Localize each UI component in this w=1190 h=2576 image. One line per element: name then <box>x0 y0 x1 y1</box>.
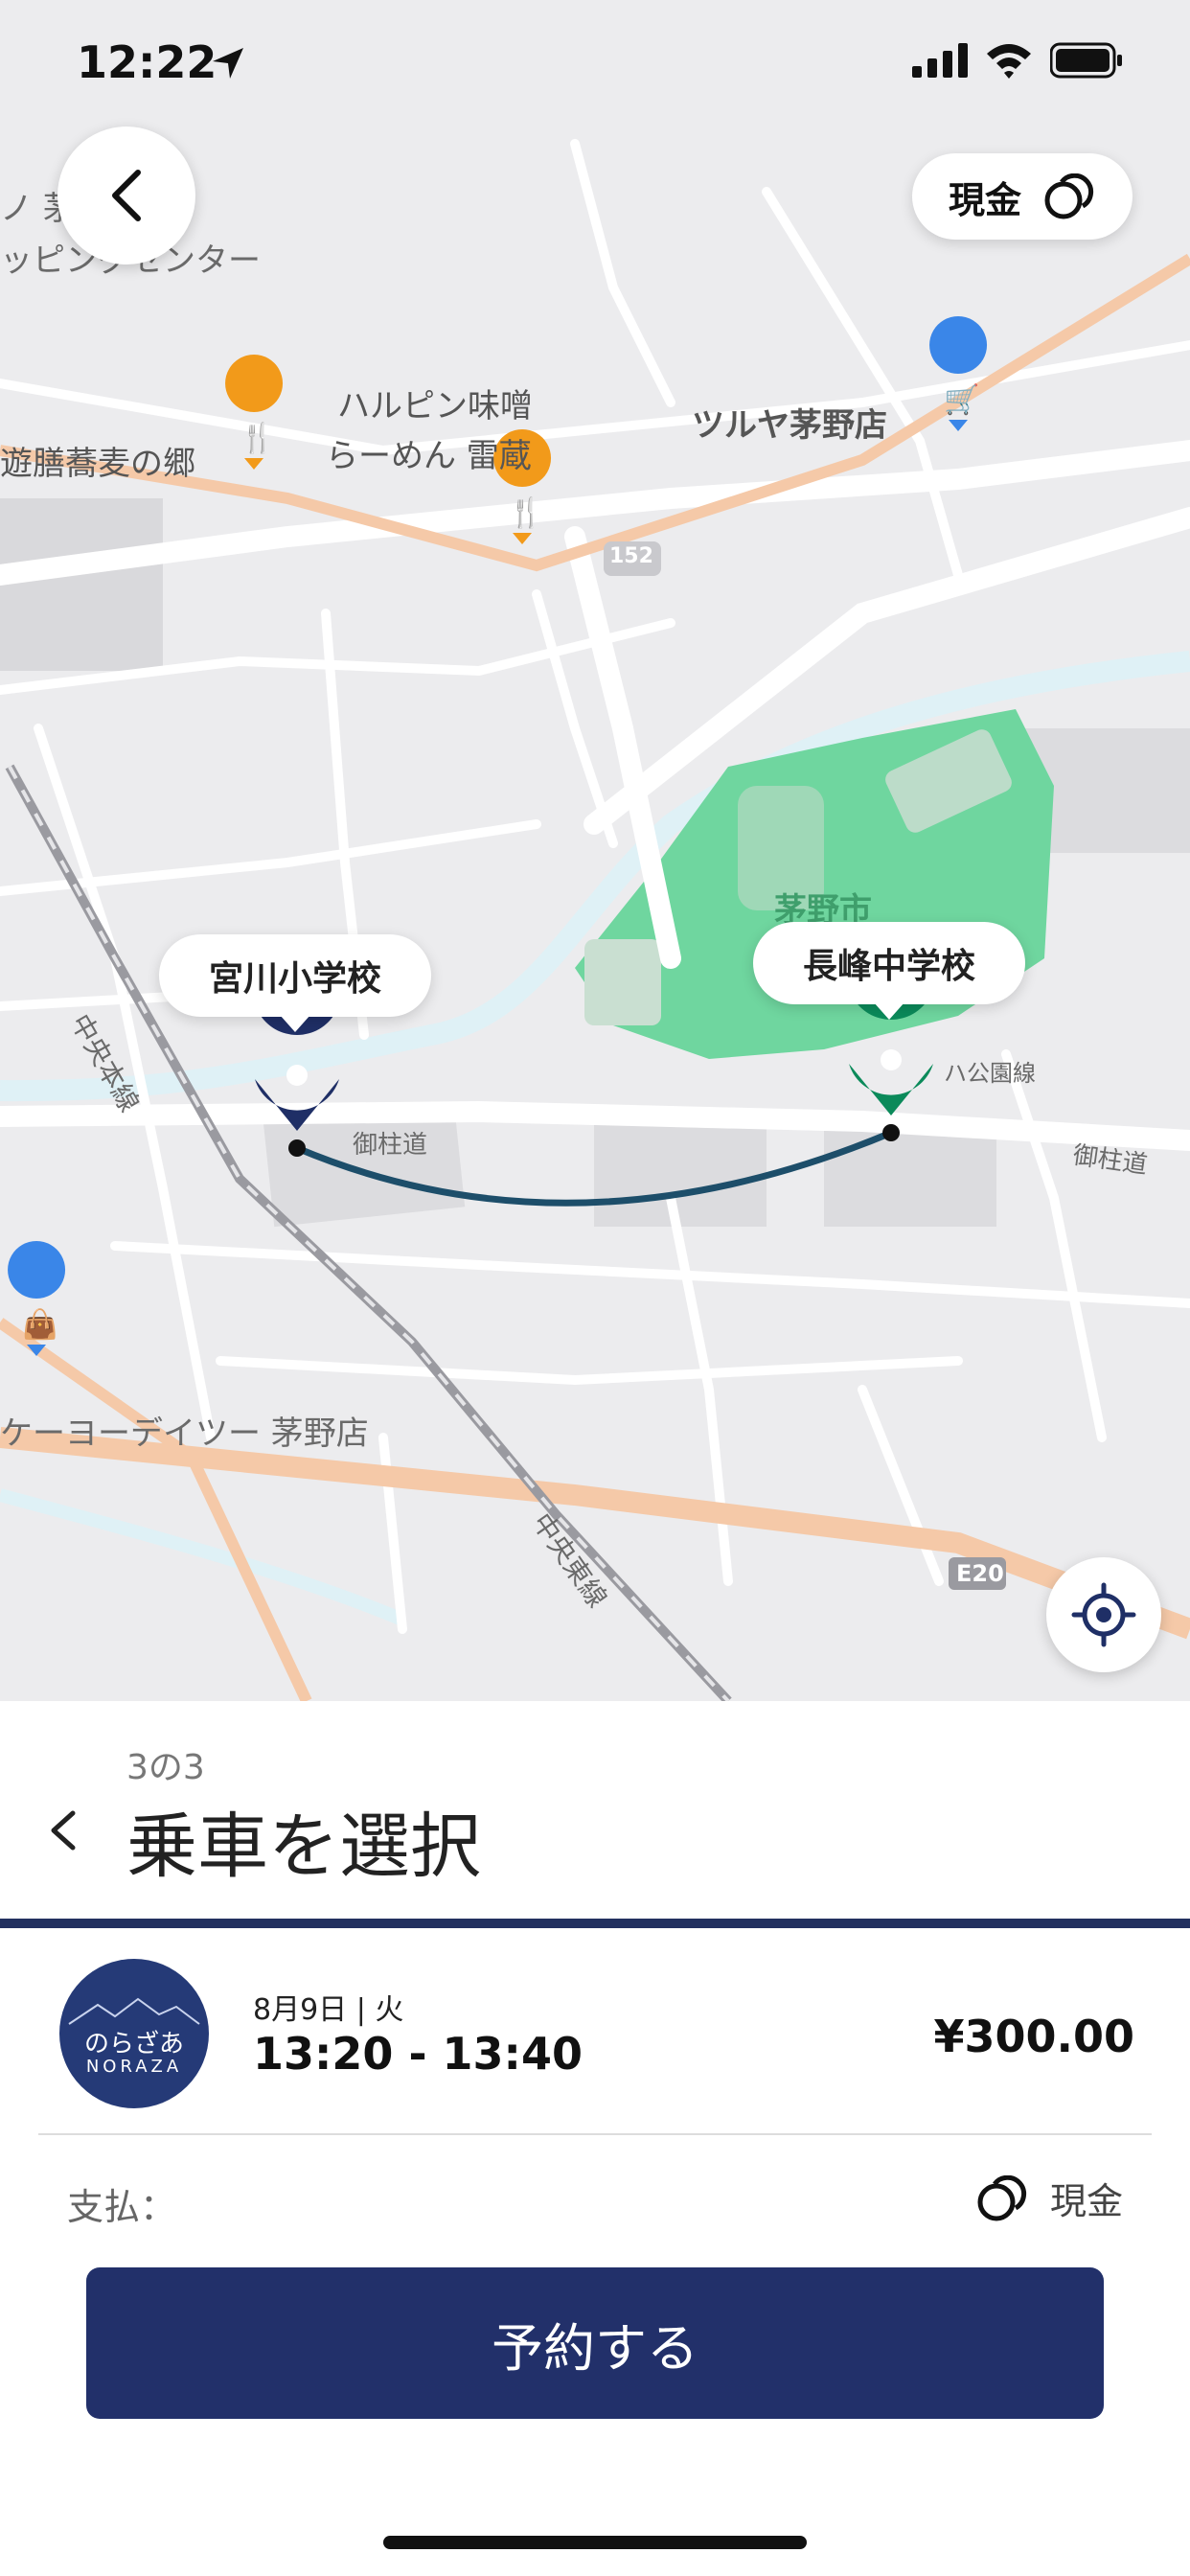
location-arrow-icon <box>213 48 243 79</box>
ride-price: ¥300.00 <box>933 2011 1134 2062</box>
shopping-cart-icon[interactable]: 🛒 <box>944 383 979 417</box>
shopping-bag-icon[interactable]: 👜 <box>22 1308 57 1342</box>
map-view[interactable]: 🍴 🍴 🛒 👜 ノ 茅 ッピングセンター ハルピン味噌 らーめん 雷蔵 ツルヤ茅… <box>0 0 1190 1701</box>
payment-method-pill[interactable]: 現金 <box>912 153 1133 240</box>
logo-text: のらざあ <box>83 2030 184 2058</box>
map-label: 御柱道 <box>353 1131 428 1160</box>
map-label: 遊膳蕎麦の郷 <box>0 445 195 483</box>
logo-subtext: NORAZA <box>85 2057 183 2077</box>
service-logo: のらざあ NORAZA <box>59 1959 209 2108</box>
map-label: らーめん 雷蔵 <box>326 437 532 475</box>
wifi-icon <box>987 44 1031 79</box>
signal-icon <box>912 43 968 78</box>
status-time: 12:22 <box>77 36 217 88</box>
status-bar: 12:22 <box>0 0 1190 134</box>
chevron-left-icon <box>112 170 141 221</box>
bottom-sheet: 3の3 乗車を選択 のらざあ NORAZA 8月9日 | 火 13:20 - 1… <box>0 1701 1190 2576</box>
dropoff-callout[interactable]: 長峰中学校 <box>753 922 1026 1020</box>
cash-coins-icon <box>977 2174 1027 2220</box>
ride-option-row[interactable]: のらざあ NORAZA 8月9日 | 火 13:20 - 13:40 ¥300.… <box>0 1928 1190 2133</box>
map-back-button[interactable] <box>57 126 195 264</box>
divider <box>38 2133 1152 2135</box>
ride-date: 8月9日 | 火 <box>253 1993 404 2027</box>
payment-method-label: 現金 <box>1049 2180 1123 2222</box>
chevron-left-icon <box>51 1810 76 1851</box>
ride-time-range: 13:20 - 13:40 <box>253 2028 583 2080</box>
step-indicator: 3の3 <box>126 1748 205 1787</box>
payment-method-selector[interactable]: 現金 <box>975 2172 1123 2224</box>
page-title: 乗車を選択 <box>126 1806 481 1888</box>
home-indicator <box>383 2536 807 2549</box>
payment-pill-label: 現金 <box>948 178 1021 221</box>
battery-icon <box>1050 42 1122 79</box>
restaurant-icon[interactable]: 🍴 <box>240 422 275 455</box>
road-number: 152 <box>609 544 653 568</box>
map-label: ツルヤ茅野店 <box>692 406 887 445</box>
map-label: ハルピン味噌 <box>337 387 533 426</box>
sheet-back-button[interactable] <box>46 1802 80 1863</box>
road-number: E20 <box>956 1560 1004 1587</box>
section-divider <box>0 1919 1190 1928</box>
payment-label: 支払： <box>67 2186 177 2228</box>
cash-coins-icon <box>1044 173 1094 219</box>
crosshair-icon <box>1071 1582 1136 1647</box>
map-label: ケーヨーデイツー 茅野店 <box>0 1414 369 1453</box>
locate-me-button[interactable] <box>1046 1557 1161 1672</box>
map-label: ハ公園線 <box>944 1060 1036 1087</box>
pickup-callout[interactable]: 宮川小学校 <box>159 934 432 1032</box>
restaurant-icon[interactable]: 🍴 <box>508 496 543 530</box>
reserve-button[interactable]: 予約する <box>86 2267 1104 2419</box>
